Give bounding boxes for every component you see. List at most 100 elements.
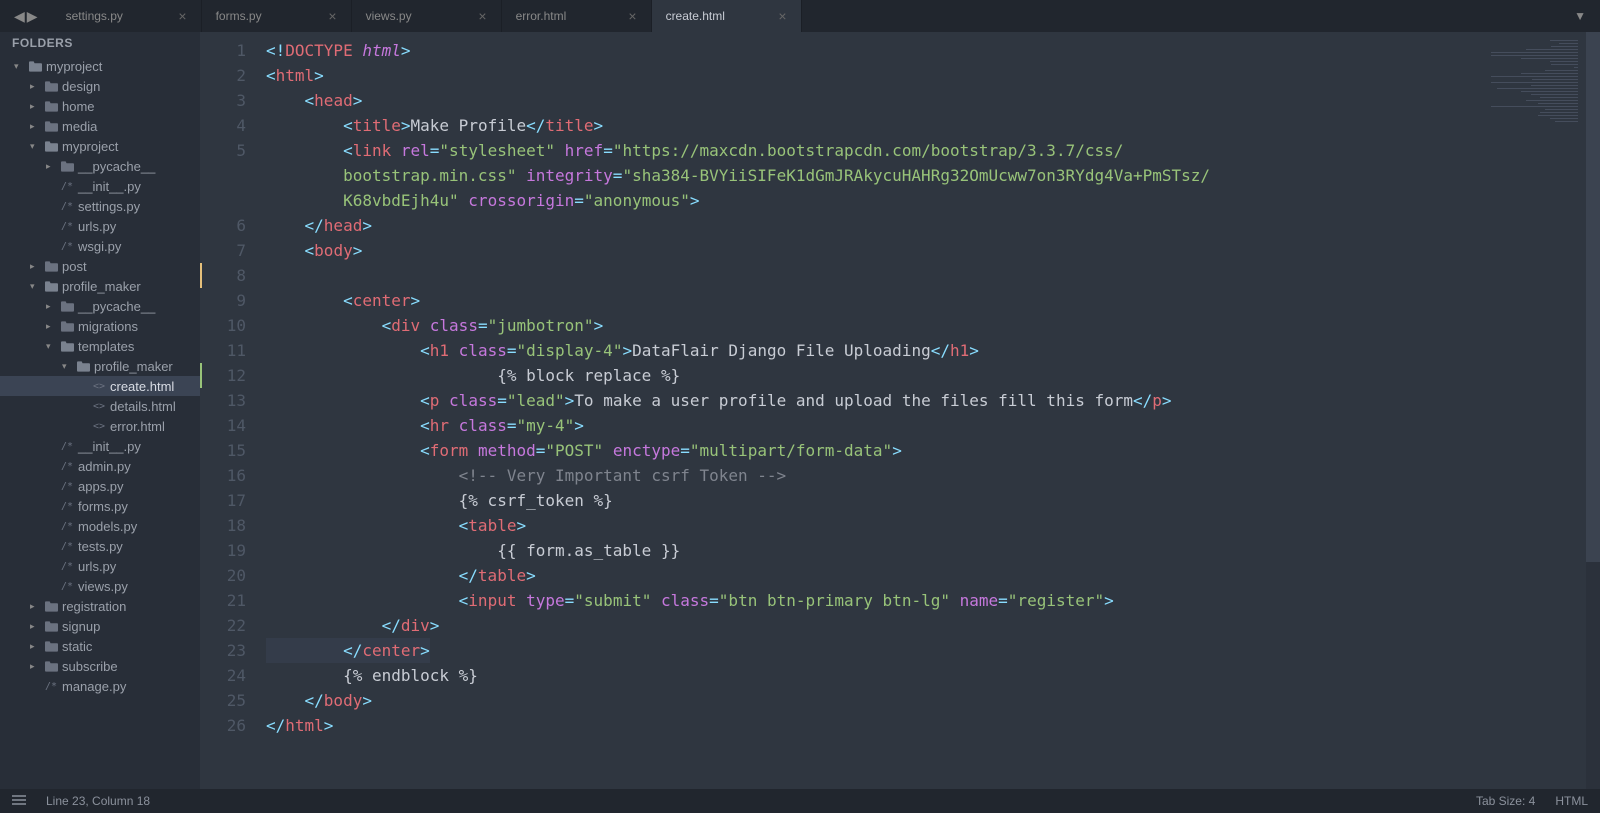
- code-line[interactable]: {% endblock %}: [266, 663, 1476, 688]
- code-line[interactable]: <!DOCTYPE html>: [266, 38, 1476, 63]
- code-line[interactable]: <h1 class="display-4">DataFlair Django F…: [266, 338, 1476, 363]
- code-line[interactable]: <html>: [266, 63, 1476, 88]
- folder-myproject[interactable]: ▾myproject: [0, 136, 200, 156]
- scrollbar[interactable]: [1586, 32, 1600, 789]
- file-admin-py[interactable]: /*admin.py: [0, 456, 200, 476]
- folder-profile_maker[interactable]: ▾profile_maker: [0, 276, 200, 296]
- status-tab-size[interactable]: Tab Size: 4: [1476, 794, 1535, 808]
- folder-design[interactable]: ▸design: [0, 76, 200, 96]
- code-line[interactable]: <!-- Very Important csrf Token -->: [266, 463, 1476, 488]
- code-line[interactable]: bootstrap.min.css" integrity="sha384-BVY…: [266, 163, 1476, 188]
- disclosure-icon[interactable]: ▸: [30, 621, 40, 632]
- code-line[interactable]: <title>Make Profile</title>: [266, 113, 1476, 138]
- close-icon[interactable]: ×: [628, 8, 636, 24]
- code-line[interactable]: <hr class="my-4">: [266, 413, 1476, 438]
- code-line[interactable]: </body>: [266, 688, 1476, 713]
- disclosure-icon[interactable]: ▸: [30, 261, 40, 272]
- code-area[interactable]: <!DOCTYPE html><html> <head> <title>Make…: [260, 32, 1476, 789]
- folder-media[interactable]: ▸media: [0, 116, 200, 136]
- disclosure-icon[interactable]: ▾: [30, 281, 40, 292]
- disclosure-icon[interactable]: ▸: [30, 121, 40, 132]
- editor[interactable]: 1234567891011121314151617181920212223242…: [200, 32, 1600, 789]
- minimap[interactable]: [1476, 32, 1586, 789]
- nav-back-icon[interactable]: ◀: [14, 8, 25, 25]
- code-line[interactable]: <table>: [266, 513, 1476, 538]
- folder-signup[interactable]: ▸signup: [0, 616, 200, 636]
- file-models-py[interactable]: /*models.py: [0, 516, 200, 536]
- folder-post[interactable]: ▸post: [0, 256, 200, 276]
- folder-static[interactable]: ▸static: [0, 636, 200, 656]
- disclosure-icon[interactable]: ▸: [46, 161, 56, 172]
- disclosure-icon[interactable]: ▸: [46, 301, 56, 312]
- folder-home[interactable]: ▸home: [0, 96, 200, 116]
- disclosure-icon[interactable]: ▾: [46, 341, 56, 352]
- file-create-html[interactable]: <>create.html: [0, 376, 200, 396]
- tab-error-html[interactable]: error.html×: [502, 0, 652, 32]
- file-views-py[interactable]: /*views.py: [0, 576, 200, 596]
- disclosure-icon[interactable]: ▾: [14, 61, 24, 72]
- scrollbar-thumb[interactable]: [1586, 32, 1600, 562]
- disclosure-icon[interactable]: ▸: [30, 81, 40, 92]
- tab-forms-py[interactable]: forms.py×: [202, 0, 352, 32]
- file-__init__-py[interactable]: /*__init__.py: [0, 436, 200, 456]
- code-line[interactable]: <form method="POST" enctype="multipart/f…: [266, 438, 1476, 463]
- tab-settings-py[interactable]: settings.py×: [52, 0, 202, 32]
- folder-myproject[interactable]: ▾myproject: [0, 56, 200, 76]
- status-syntax[interactable]: HTML: [1555, 794, 1588, 808]
- code-line[interactable]: {% csrf_token %}: [266, 488, 1476, 513]
- folder-migrations[interactable]: ▸migrations: [0, 316, 200, 336]
- code-line[interactable]: K68vbdEjh4u" crossorigin="anonymous">: [266, 188, 1476, 213]
- folder-subscribe[interactable]: ▸subscribe: [0, 656, 200, 676]
- file-wsgi-py[interactable]: /*wsgi.py: [0, 236, 200, 256]
- folder-__pycache__[interactable]: ▸__pycache__: [0, 296, 200, 316]
- code-line[interactable]: [266, 263, 1476, 288]
- close-icon[interactable]: ×: [478, 8, 486, 24]
- file-__init__-py[interactable]: /*__init__.py: [0, 176, 200, 196]
- file-forms-py[interactable]: /*forms.py: [0, 496, 200, 516]
- status-cursor[interactable]: Line 23, Column 18: [46, 794, 150, 808]
- disclosure-icon[interactable]: ▸: [30, 641, 40, 652]
- code-line[interactable]: {% block replace %}: [266, 363, 1476, 388]
- file-settings-py[interactable]: /*settings.py: [0, 196, 200, 216]
- code-line[interactable]: <input type="submit" class="btn btn-prim…: [266, 588, 1476, 613]
- code-line[interactable]: <div class="jumbotron">: [266, 313, 1476, 338]
- tab-create-html[interactable]: create.html×: [652, 0, 802, 32]
- file-error-html[interactable]: <>error.html: [0, 416, 200, 436]
- file-urls-py[interactable]: /*urls.py: [0, 216, 200, 236]
- file-manage-py[interactable]: /*manage.py: [0, 676, 200, 696]
- disclosure-icon[interactable]: ▸: [46, 321, 56, 332]
- file-tests-py[interactable]: /*tests.py: [0, 536, 200, 556]
- folder-registration[interactable]: ▸registration: [0, 596, 200, 616]
- folder-templates[interactable]: ▾templates: [0, 336, 200, 356]
- close-icon[interactable]: ×: [778, 8, 786, 24]
- disclosure-icon[interactable]: ▸: [30, 661, 40, 672]
- file-apps-py[interactable]: /*apps.py: [0, 476, 200, 496]
- nav-forward-icon[interactable]: ▶: [27, 8, 38, 25]
- disclosure-icon[interactable]: ▸: [30, 601, 40, 612]
- file-urls-py[interactable]: /*urls.py: [0, 556, 200, 576]
- disclosure-icon[interactable]: ▸: [30, 101, 40, 112]
- folder-profile_maker[interactable]: ▾profile_maker: [0, 356, 200, 376]
- code-line[interactable]: {{ form.as_table }}: [266, 538, 1476, 563]
- disclosure-icon[interactable]: ▾: [30, 141, 40, 152]
- code-line[interactable]: <body>: [266, 238, 1476, 263]
- tab-views-py[interactable]: views.py×: [352, 0, 502, 32]
- tab-overflow-icon[interactable]: ▼: [1560, 9, 1600, 23]
- close-icon[interactable]: ×: [178, 8, 186, 24]
- folder-icon: [28, 61, 42, 72]
- code-line[interactable]: </html>: [266, 713, 1476, 738]
- line-number: 14: [200, 413, 246, 438]
- code-line[interactable]: </center>: [266, 638, 430, 663]
- disclosure-icon[interactable]: ▾: [62, 361, 72, 372]
- code-line[interactable]: <link rel="stylesheet" href="https://max…: [266, 138, 1476, 163]
- code-line[interactable]: <center>: [266, 288, 1476, 313]
- code-line[interactable]: </head>: [266, 213, 1476, 238]
- file-details-html[interactable]: <>details.html: [0, 396, 200, 416]
- code-line[interactable]: </table>: [266, 563, 1476, 588]
- code-line[interactable]: <head>: [266, 88, 1476, 113]
- close-icon[interactable]: ×: [328, 8, 336, 24]
- code-line[interactable]: <p class="lead">To make a user profile a…: [266, 388, 1476, 413]
- folder-__pycache__[interactable]: ▸__pycache__: [0, 156, 200, 176]
- menu-icon[interactable]: [12, 794, 26, 808]
- code-line[interactable]: </div>: [266, 613, 1476, 638]
